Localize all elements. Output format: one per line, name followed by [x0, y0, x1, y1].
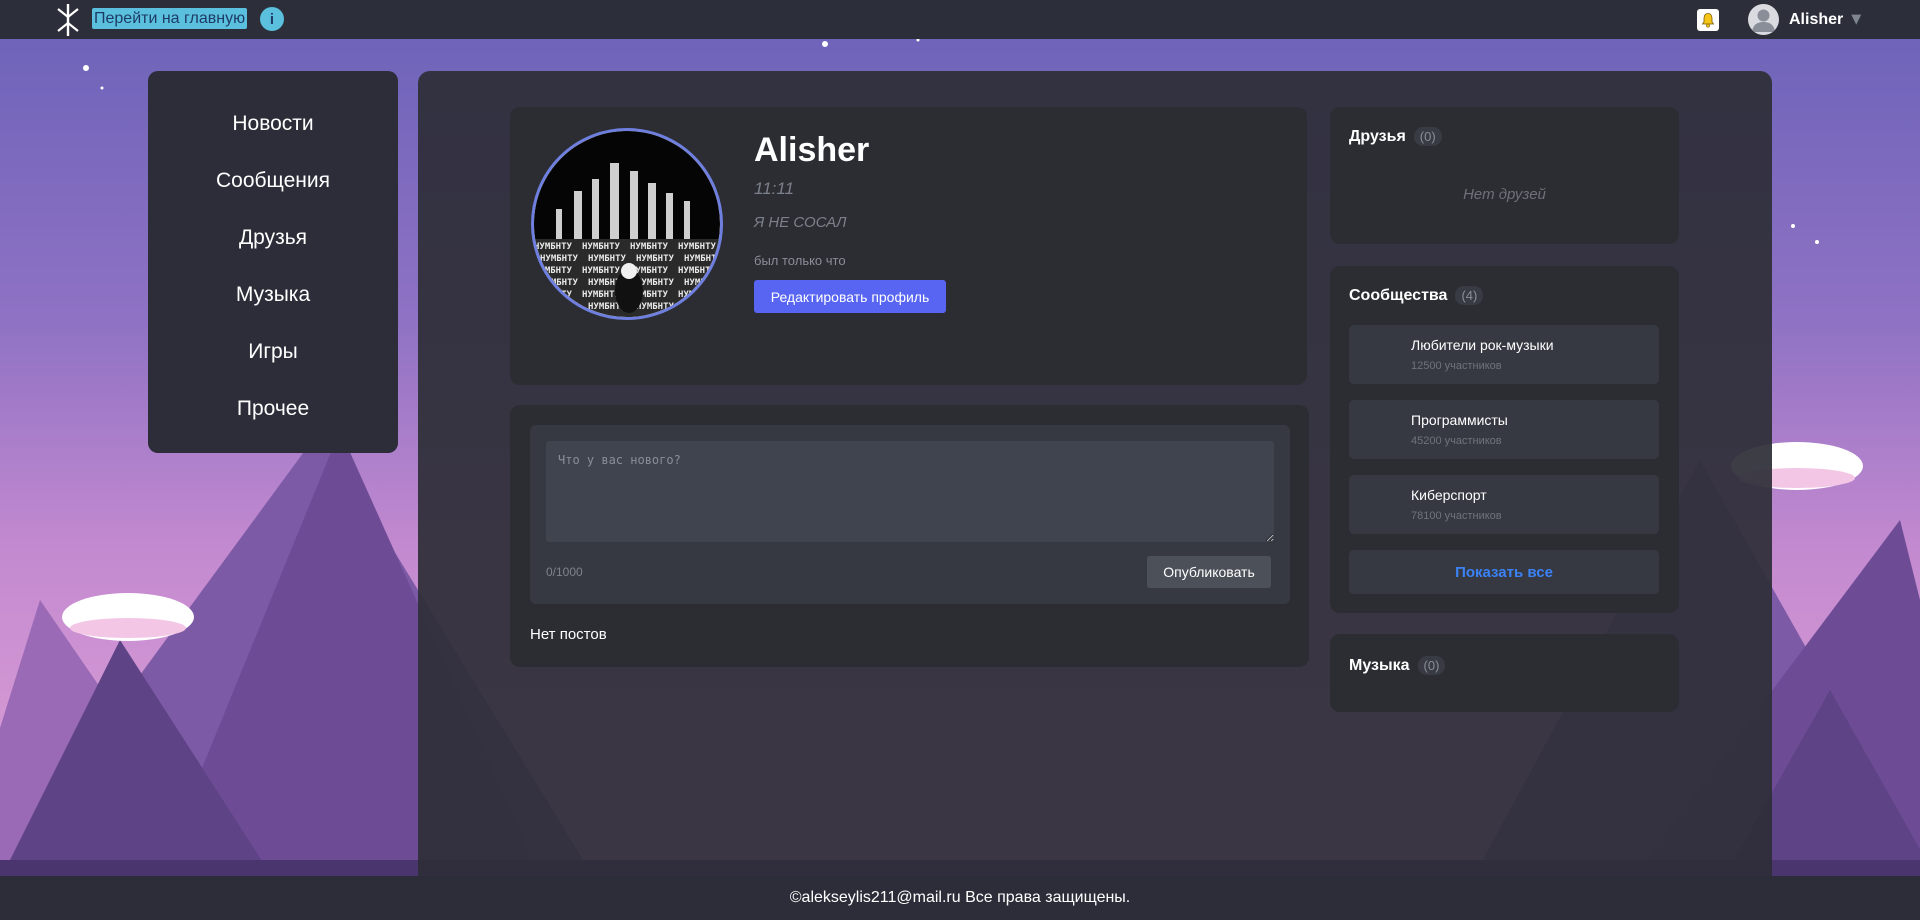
svg-text:НУМБНТУ: НУМБНТУ: [582, 266, 621, 276]
community-item[interactable]: Любители рок-музыки 12500 участников: [1349, 325, 1659, 384]
svg-text:НУМБНТУ: НУМБНТУ: [588, 254, 627, 264]
top-navbar: Перейти на главную i Alisher ▼: [0, 0, 1920, 39]
svg-text:НУМБНТУ: НУМБНТУ: [534, 266, 573, 276]
new-post-input[interactable]: [546, 441, 1274, 542]
svg-text:НУМБНТУ: НУМБНТУ: [540, 302, 579, 312]
communities-card: Сообщества (4) Любители рок-музыки 12500…: [1330, 266, 1679, 613]
edit-profile-button[interactable]: Редактировать профиль: [754, 280, 946, 313]
user-name: Alisher: [1789, 10, 1844, 28]
footer-text: ©alekseylis211@mail.ru Все права защищен…: [789, 889, 1131, 906]
svg-text:НУМБНТУ: НУМБНТУ: [582, 290, 621, 300]
avatar-pattern-text: НУМБНТУ: [534, 242, 573, 252]
footer: ©alekseylis211@mail.ru Все права защищен…: [0, 876, 1920, 920]
sidebar-item-friends[interactable]: Друзья: [148, 219, 398, 276]
svg-text:НУМБНТУ: НУМБНТУ: [678, 290, 717, 300]
profile-card: НУМБНТУ НУМБНТУ НУМБНТУ НУМБНТУ НУМБНТУ …: [510, 107, 1307, 385]
user-avatar-icon: [1748, 4, 1779, 35]
svg-text:НУМБНТУ: НУМБНТУ: [684, 278, 720, 288]
no-posts-text: Нет постов: [530, 626, 607, 643]
friends-count-badge: (0): [1413, 127, 1442, 146]
svg-text:НУМБНТУ: НУМБНТУ: [630, 242, 669, 252]
community-members: 12500 участников: [1411, 360, 1502, 372]
last-seen-text: был только что: [754, 253, 846, 268]
user-menu[interactable]: Alisher ▼: [1748, 2, 1861, 37]
no-friends-text: Нет друзей: [1463, 186, 1546, 203]
posts-card: 0/1000 Опубликовать Нет постов: [510, 405, 1309, 667]
svg-text:НУМБНТУ: НУМБНТУ: [582, 242, 621, 252]
svg-text:НУМБНТУ: НУМБНТУ: [540, 278, 579, 288]
community-item[interactable]: Киберспорт 78100 участников: [1349, 475, 1659, 534]
post-composer: 0/1000 Опубликовать: [530, 425, 1290, 604]
sidebar-item-other[interactable]: Прочее: [148, 390, 398, 447]
community-name: Программисты: [1411, 412, 1508, 428]
community-members: 78100 участников: [1411, 510, 1502, 522]
char-counter: 0/1000: [546, 565, 583, 579]
home-link[interactable]: Перейти на главную: [92, 8, 248, 29]
music-header[interactable]: Музыка (0): [1349, 656, 1446, 675]
community-name: Киберспорт: [1411, 487, 1487, 503]
svg-text:НУМБНТУ: НУМБНТУ: [678, 266, 717, 276]
left-sidebar: Новости Сообщения Друзья Музыка Игры Про…: [148, 71, 398, 453]
svg-text:НУМБНТУ: НУМБНТУ: [684, 254, 720, 264]
rune-logo-icon[interactable]: [54, 3, 82, 37]
bell-icon[interactable]: [1697, 9, 1719, 31]
sidebar-item-messages[interactable]: Сообщения: [148, 162, 398, 219]
main-panel: НУМБНТУ НУМБНТУ НУМБНТУ НУМБНТУ НУМБНТУ …: [418, 71, 1772, 897]
friends-header[interactable]: Друзья (0): [1349, 127, 1442, 146]
communities-title: Сообщества: [1349, 286, 1448, 304]
show-all-communities-button[interactable]: Показать все: [1349, 550, 1659, 594]
friends-title: Друзья: [1349, 127, 1406, 145]
svg-text:НУМБНТУ: НУМБНТУ: [678, 242, 717, 252]
community-name: Любители рок-музыки: [1411, 337, 1554, 353]
communities-count-badge: (4): [1455, 286, 1484, 305]
profile-name: Alisher: [754, 131, 870, 169]
friends-card: Друзья (0) Нет друзей: [1330, 107, 1679, 244]
profile-avatar[interactable]: НУМБНТУ НУМБНТУ НУМБНТУ НУМБНТУ НУМБНТУ …: [531, 128, 723, 320]
svg-text:НУМБНТУ: НУМБНТУ: [636, 302, 675, 312]
music-title: Музыка: [1349, 656, 1410, 674]
community-item[interactable]: Программисты 45200 участников: [1349, 400, 1659, 459]
sidebar-item-music[interactable]: Музыка: [148, 276, 398, 333]
music-card: Музыка (0): [1330, 634, 1679, 712]
community-members: 45200 участников: [1411, 435, 1502, 447]
communities-header[interactable]: Сообщества (4): [1349, 286, 1484, 305]
svg-text:НУМБНТУ: НУМБНТУ: [540, 254, 579, 264]
profile-time: 11:11: [754, 179, 795, 198]
info-icon[interactable]: i: [260, 7, 284, 31]
sidebar-item-games[interactable]: Игры: [148, 333, 398, 390]
svg-text:НУМБНТУ: НУМБНТУ: [684, 302, 720, 312]
music-count-badge: (0): [1417, 656, 1446, 675]
svg-text:НУМБНТУ: НУМБНТУ: [534, 290, 573, 300]
svg-text:НУМБНТУ: НУМБНТУ: [636, 254, 675, 264]
cloud-left: [62, 593, 194, 641]
chevron-down-icon: ▼: [1851, 12, 1862, 27]
sidebar-item-news[interactable]: Новости: [148, 105, 398, 162]
publish-button[interactable]: Опубликовать: [1147, 556, 1271, 588]
profile-status: Я НЕ СОСАЛ: [754, 214, 847, 231]
